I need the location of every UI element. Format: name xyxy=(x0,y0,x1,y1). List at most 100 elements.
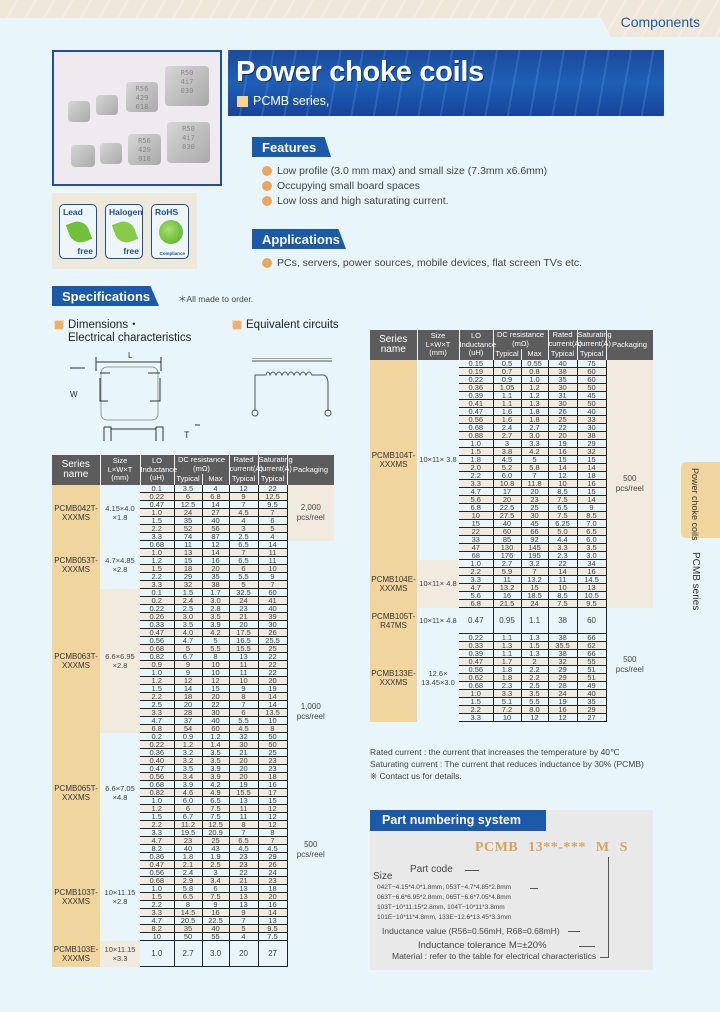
rated-current-cell: 12 xyxy=(548,713,578,722)
list-item: Low profile (3.0 mm max) and small size … xyxy=(262,163,547,178)
dcr-typical-cell: 0.95 xyxy=(493,607,522,634)
leader-line xyxy=(608,857,609,958)
applications-heading: Applications xyxy=(252,229,346,249)
badge-title: Lead xyxy=(63,207,83,217)
feature-text: Low loss and high saturating current. xyxy=(277,194,449,207)
col-inductance: LO Inductance (uH) xyxy=(459,330,496,360)
inductance-value-label: Inductance value (R56=0.56mH, R68=0.68mH… xyxy=(382,926,560,936)
col-packaging: Packaging xyxy=(606,330,654,360)
material-label: Material : refer to the table for electr… xyxy=(392,951,597,961)
series-name-cell: PCMB053T- XXXMS xyxy=(52,540,100,589)
dcr-max-cell: 3.0 xyxy=(202,940,230,967)
bullet-icon xyxy=(262,195,272,206)
chip-image xyxy=(68,101,90,122)
subtitle-text: PCMB series, xyxy=(253,94,330,108)
size-line: 103T−10*11.15*2.8mm, 104T−10*11*3.8mm xyxy=(377,904,505,911)
series-name-cell: PCMB105T- R47MS xyxy=(370,607,417,634)
dcr-max-cell: 1.1 xyxy=(521,607,549,634)
dimensions-heading: Dimensions・ Electrical characteristics xyxy=(54,319,191,345)
page-title: Power choke coils xyxy=(236,56,484,88)
packaging-cell: 1,000 pcs/reel xyxy=(286,540,335,733)
col-size: Size L×W×T (mm) xyxy=(417,330,460,360)
col-sat-typical: Typical xyxy=(258,474,288,485)
side-category-tab[interactable] xyxy=(681,462,720,538)
size-cell: 10×11× 3.8 xyxy=(417,359,459,560)
leader-line xyxy=(579,946,595,947)
badge-label: Compliance xyxy=(159,251,185,256)
heading-icon xyxy=(232,320,242,330)
leader-line xyxy=(568,931,580,932)
series-name-cell: PCMB065T- XXXMS xyxy=(52,732,100,853)
col-size: Size L×W×T (mm) xyxy=(100,455,141,485)
chip-image xyxy=(96,95,118,115)
size-cell: 6.6×6.95 ×2.8 xyxy=(100,588,140,733)
bullet-icon xyxy=(262,180,272,191)
size-line: 042T−4.15*4.0*1.8mm, 053T−4.7*4.85*2.8mm xyxy=(377,884,512,891)
saturating-current-cell: 27 xyxy=(258,940,288,967)
dcr-max-cell: 24 xyxy=(521,599,549,608)
table-header: Series name Size L×W×T (mm) LO Inductance (uH… xyxy=(52,455,335,485)
col-saturating: Saturating current(A) xyxy=(577,330,612,349)
size-cell: 10×11× 4.8 xyxy=(417,559,459,608)
size-cell: 10×11.15 ×2.8 xyxy=(100,852,140,941)
series-name-cell: PCMB104E- XXXMS xyxy=(370,559,417,608)
list-item: PCs, servers, power sources, mobile devi… xyxy=(262,255,582,270)
chip-image xyxy=(71,145,95,167)
col-rated: Rated current(A) xyxy=(229,455,263,474)
col-series: Series name xyxy=(370,330,418,360)
series-name-cell: PCMB103T- XXXMS xyxy=(52,852,100,941)
col-dcr-max: Max xyxy=(521,349,549,360)
inductance-cell: 6.8 xyxy=(459,599,494,608)
col-dcr-typical: Typical xyxy=(174,474,203,485)
circuit-heading-text: Equivalent circuits xyxy=(246,319,339,331)
tolerance-label: Inductance tolerance M=±20% xyxy=(418,940,547,951)
saturating-current-cell: 7.5 xyxy=(258,932,288,941)
size-cell: 4.7×4.85 ×2.8 xyxy=(100,540,140,589)
badge-title: Halogen xyxy=(109,207,143,217)
chip-image: R50 4i7 030 xyxy=(167,122,210,163)
leader-line xyxy=(530,888,538,889)
globe-icon xyxy=(159,220,183,244)
rated-current-cell: 20 xyxy=(229,940,259,967)
col-inductance: LO Inductance (uH) xyxy=(140,455,177,485)
col-dcr-typical: Typical xyxy=(493,349,522,360)
col-rated-typical: Typical xyxy=(229,474,259,485)
rated-current-cell: 38 xyxy=(548,607,578,634)
col-saturating: Saturating current(A) xyxy=(258,455,293,474)
inductance-cell: 0.47 xyxy=(459,607,494,634)
product-photo: R56 429 018 R50 4i7 030 R56 429 018 R50 4i7 030 xyxy=(52,50,222,186)
leaf-icon xyxy=(111,218,139,246)
feature-text: Low profile (3.0 mm max) and small size … xyxy=(277,164,548,177)
table-row: PCMB065T- XXXMS 6.6×7.05 ×4.8 0.2 0.9 1.2 32 5… xyxy=(52,732,335,967)
inductor-symbol xyxy=(251,358,332,417)
bullet-icon xyxy=(262,165,272,176)
col-rated-typical: Typical xyxy=(548,349,578,360)
series-name-cell: PCMB042T- XXXMS xyxy=(52,484,100,541)
series-name-cell: PCMB133E- XXXMS xyxy=(370,633,417,722)
saturating-current-note: Saturating current : The current that re… xyxy=(370,759,644,769)
col-packaging: Packaging xyxy=(287,455,335,485)
bullet-icon xyxy=(262,257,272,268)
length-label: L xyxy=(128,351,133,360)
col-rated: Rated current(A) xyxy=(548,330,582,349)
features-list: Low profile (3.0 mm max) and small size … xyxy=(262,163,547,208)
series-name-cell: PCMB104T- XXXMS xyxy=(370,359,417,560)
spec-table-left: Series name Size L×W×T (mm) LO Inductance (uH… xyxy=(52,455,335,967)
rated-current-cell: 7.5 xyxy=(548,599,578,608)
rated-current-cell: 4 xyxy=(229,932,259,941)
dimension-drawing-svg: W L xyxy=(70,351,200,441)
part-number-code: PCMB 13**-*** M S xyxy=(475,840,628,855)
dcr-typical-cell: 10 xyxy=(493,713,522,722)
leader-line xyxy=(465,870,479,871)
thickness-label: T xyxy=(184,430,190,440)
col-dcr: DC resistance (mΩ) xyxy=(174,455,230,474)
size-cell: 12.6× 13.45×3.0 xyxy=(417,633,459,722)
current-notes: Rated current : the current that increas… xyxy=(370,746,644,782)
dcr-typical-cell: 21.5 xyxy=(493,599,522,608)
part-code-label: Part code xyxy=(410,864,453,875)
table-row: PCMB105T- R47MS 10×11× 4.8 0.47 0.95 1.1 38 60… xyxy=(370,607,654,722)
table-header: Series name Size L×W×T (mm) LO Inductance (uH… xyxy=(370,330,654,360)
title-banner: Power choke coils PCMB series, xyxy=(228,50,664,116)
series-name-cell: PCMB063T- XXXMS xyxy=(52,588,100,733)
list-item: Low loss and high saturating current. xyxy=(262,193,547,208)
